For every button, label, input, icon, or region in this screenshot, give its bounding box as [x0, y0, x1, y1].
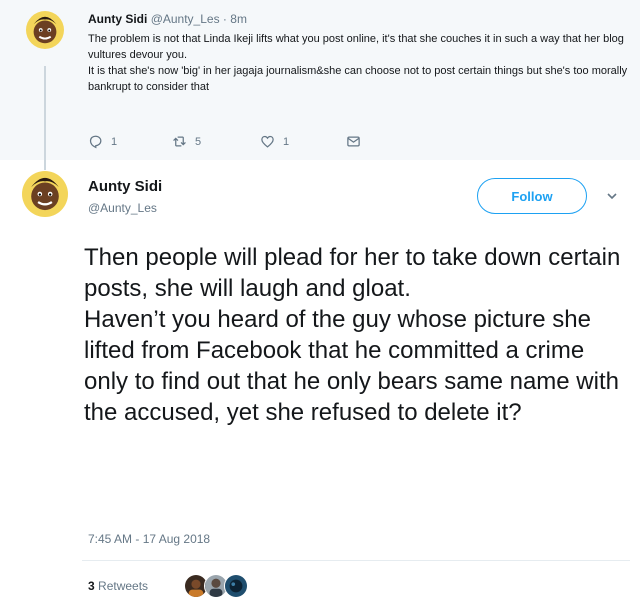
parent-author-name[interactable]: Aunty Sidi	[88, 12, 147, 26]
retweeter-avatar[interactable]	[224, 574, 248, 598]
main-author-handle[interactable]: @Aunty_Les	[88, 201, 157, 215]
direct-message-button[interactable]	[346, 134, 361, 149]
follow-button[interactable]: Follow	[477, 178, 587, 214]
reply-count: 1	[111, 135, 118, 148]
stats-divider	[82, 560, 630, 561]
parent-tweet-text-line: The problem is not that Linda Ikeji lift…	[88, 33, 624, 61]
heart-icon	[261, 135, 274, 148]
parent-author-handle[interactable]: @Aunty_Les	[151, 12, 220, 26]
thread-connector-line	[44, 66, 46, 170]
retweet-button[interactable]: 5	[172, 134, 201, 149]
retweet-stat-count: 3	[88, 579, 95, 593]
retweet-stats[interactable]: 3 Retweets	[88, 579, 148, 593]
parent-tweet-header: Aunty Sidi @Aunty_Les · 8m	[88, 12, 247, 26]
tweet-timestamp[interactable]: 7:45 AM - 17 Aug 2018	[88, 532, 210, 546]
like-count: 1	[283, 135, 290, 148]
parent-tweet-text-line: It is that she's now 'big' in her jagaja…	[88, 65, 628, 93]
parent-author-avatar[interactable]	[26, 11, 64, 49]
tweet-menu-button[interactable]	[606, 190, 618, 202]
chevron-down-icon	[607, 193, 617, 200]
parent-tweet-text: The problem is not that Linda Ikeji lift…	[88, 31, 628, 95]
retweet-stat-label: Retweets	[98, 579, 149, 593]
reply-button[interactable]: 1	[88, 134, 117, 149]
main-author-avatar[interactable]	[22, 171, 68, 217]
header-separator: ·	[222, 12, 227, 26]
retweet-icon	[173, 136, 186, 147]
retweet-count: 5	[195, 135, 202, 148]
reply-icon	[89, 135, 102, 149]
main-author-name[interactable]: Aunty Sidi	[88, 178, 162, 195]
like-button[interactable]: 1	[260, 134, 289, 149]
parent-tweet-time[interactable]: 8m	[230, 12, 247, 26]
main-tweet-text: Then people will plead for her to take d…	[84, 242, 632, 428]
main-tweet-paragraph: Haven’t you heard of the guy whose pictu…	[84, 306, 619, 426]
parent-tweet[interactable]: Aunty Sidi @Aunty_Les · 8m The problem i…	[0, 0, 640, 170]
main-tweet-paragraph: Then people will plead for her to take d…	[84, 244, 621, 302]
envelope-icon	[347, 136, 360, 147]
